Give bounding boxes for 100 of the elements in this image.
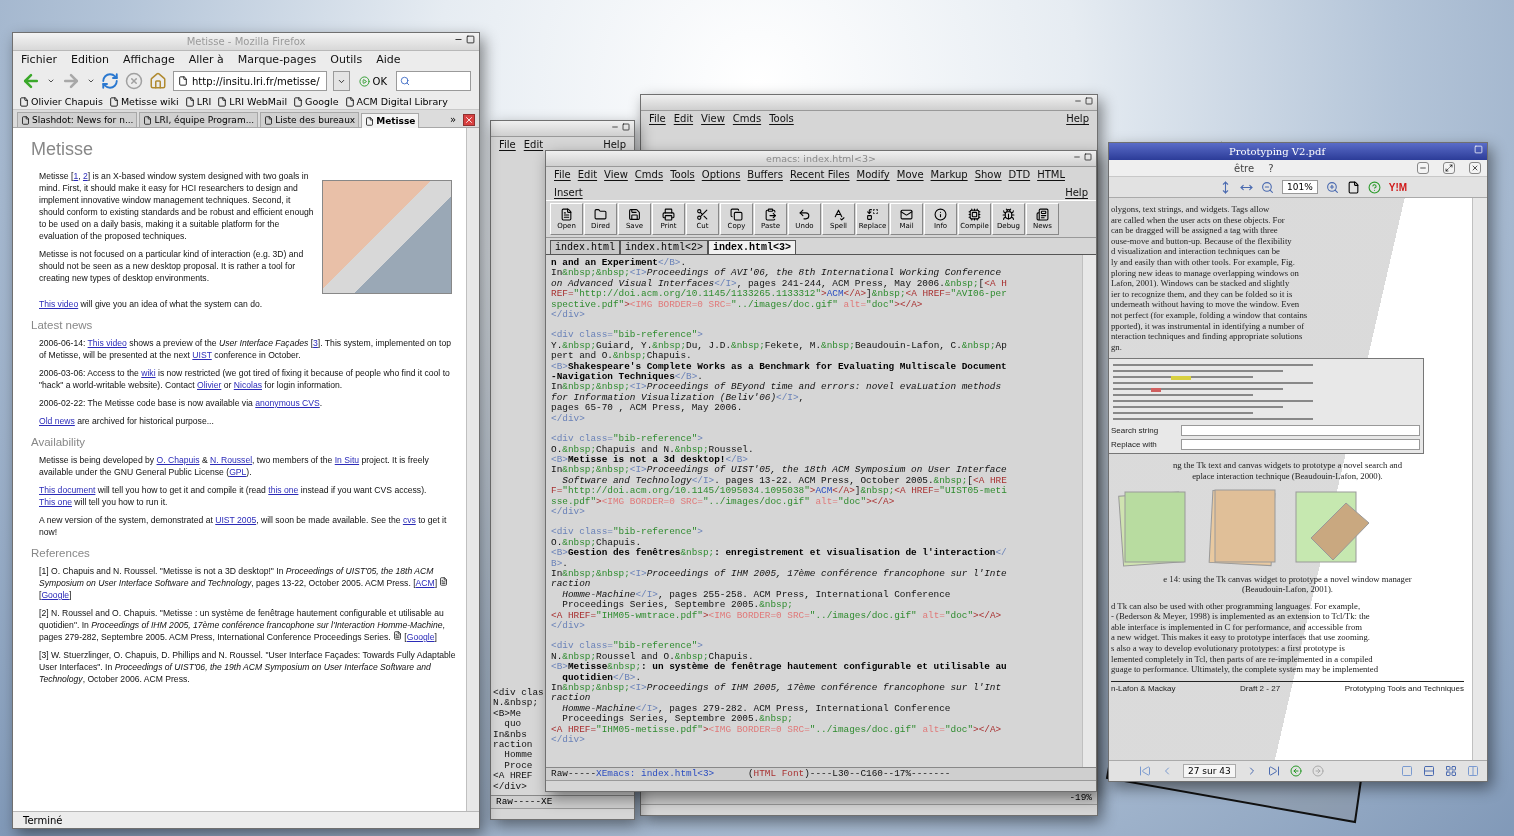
menu-item[interactable]: DTD [1008, 169, 1031, 180]
stop-icon[interactable] [125, 72, 143, 90]
link[interactable]: Nicolas [233, 380, 262, 390]
menu-item[interactable]: Marque-pages [237, 53, 317, 66]
tab-overflow-button[interactable]: » [446, 112, 459, 127]
caret-icon[interactable] [87, 77, 95, 85]
back-icon[interactable] [1289, 765, 1302, 777]
menu-item[interactable]: Cmds [634, 169, 664, 180]
page-number-field[interactable]: 27 sur 43 [1183, 764, 1236, 778]
menu-item[interactable]: Edit [577, 169, 598, 180]
menu-item[interactable]: HTML [1037, 169, 1065, 180]
menu-item[interactable]: File [499, 139, 516, 150]
menu-item[interactable]: File [649, 113, 666, 124]
minimize-button[interactable] [1417, 162, 1429, 174]
menu-item[interactable]: Edit [523, 139, 544, 150]
link[interactable]: In Situ [334, 455, 360, 465]
menu-item[interactable]: View [604, 169, 628, 180]
grid-view-icon[interactable] [1445, 765, 1457, 777]
menu-item[interactable]: Markup [930, 169, 968, 180]
help-menu[interactable]: Help [1066, 113, 1089, 124]
search-field[interactable] [396, 71, 471, 91]
input-field[interactable] [1181, 425, 1420, 437]
link[interactable]: This video [87, 338, 127, 348]
forward-icon[interactable] [1311, 765, 1324, 777]
menu-item[interactable]: Aide [376, 53, 401, 66]
menu-item[interactable]: Affichage [123, 53, 175, 66]
scrollbar[interactable] [466, 128, 479, 811]
maximize-icon[interactable] [622, 123, 630, 131]
minibuffer[interactable] [546, 780, 1096, 791]
link[interactable]: GPL [229, 467, 247, 477]
maximize-icon[interactable] [1084, 153, 1092, 161]
bookmark[interactable]: Metisse wiki [108, 96, 179, 107]
caret-icon[interactable] [47, 77, 55, 85]
zoom-in-icon[interactable] [1325, 180, 1339, 194]
zoom-out-icon[interactable] [1261, 180, 1274, 194]
close-button[interactable] [1469, 162, 1481, 174]
menu-item[interactable]: Modify [856, 169, 890, 180]
link[interactable]: O. Chapuis [156, 455, 200, 465]
link[interactable]: This document [39, 485, 96, 495]
two-page-icon[interactable] [1467, 765, 1479, 777]
bookmark[interactable]: LRI WebMail [217, 96, 288, 107]
back-icon[interactable] [21, 71, 41, 91]
link[interactable]: wiki [141, 368, 156, 378]
help-menu[interactable]: Help [603, 139, 626, 150]
menu-item[interactable]: ? [1268, 162, 1274, 174]
help-menu[interactable]: Help [1065, 187, 1088, 198]
buffer-tab[interactable]: index.html<3> [708, 240, 797, 254]
menu-item[interactable]: Options [701, 169, 741, 180]
menu-item[interactable]: être [1234, 162, 1255, 174]
menu-item[interactable]: Edition [70, 53, 109, 66]
maximize-icon[interactable] [1085, 97, 1093, 105]
minibuffer[interactable] [491, 808, 634, 819]
link[interactable]: 3 [313, 338, 318, 348]
reload-icon[interactable] [101, 72, 119, 90]
menu-item[interactable]: Insert [554, 187, 583, 198]
buffer-tab[interactable]: index.html [550, 240, 620, 254]
link[interactable]: UIST [192, 350, 212, 360]
help-icon[interactable] [1367, 180, 1381, 194]
home-icon[interactable] [149, 72, 167, 90]
scrollbar[interactable] [1082, 255, 1096, 767]
maximize-icon[interactable] [466, 35, 475, 44]
menu-item[interactable]: View [701, 113, 725, 124]
menu-item[interactable]: Fichier [21, 53, 57, 66]
link[interactable]: Old news [39, 416, 75, 426]
forward-icon[interactable] [61, 71, 81, 91]
menu-item[interactable]: File [554, 169, 571, 180]
menu-item[interactable]: Recent Files [789, 169, 850, 180]
messenger-logo[interactable]: Y!M [1388, 181, 1408, 193]
first-page-icon[interactable] [1139, 765, 1151, 777]
link[interactable]: This one [39, 497, 72, 507]
menu-item[interactable]: Tools [670, 169, 695, 180]
bookmark[interactable]: LRI [184, 96, 212, 107]
input-field[interactable] [1181, 439, 1420, 451]
continuous-icon[interactable] [1423, 765, 1435, 777]
menu-item[interactable]: Move [896, 169, 924, 180]
restore-button[interactable] [1443, 162, 1455, 174]
dropdown-button[interactable] [332, 71, 350, 91]
browser-tab[interactable]: LRI, équipe Program... [139, 112, 259, 127]
zoom-field[interactable]: 101% [1282, 180, 1318, 194]
bookmark[interactable]: ACM Digital Library [344, 96, 448, 107]
single-page-icon[interactable] [1401, 765, 1413, 777]
document-icon[interactable] [439, 577, 449, 586]
last-page-icon[interactable] [1267, 765, 1280, 777]
menu-item[interactable]: Tools [769, 113, 794, 124]
scrollbar[interactable] [1472, 198, 1487, 760]
link[interactable]: 2 [82, 171, 88, 181]
bookmark[interactable]: Google [293, 96, 339, 107]
browser-tab[interactable]: Liste des bureaux [260, 112, 360, 127]
page-icon[interactable] [1346, 180, 1360, 194]
menu-item[interactable]: Show [974, 169, 1002, 180]
menu-item[interactable]: Cmds [732, 113, 762, 124]
link[interactable]: This video [39, 299, 79, 309]
go-button[interactable]: OK [355, 72, 390, 90]
menu-item[interactable]: Outils [330, 53, 363, 66]
buffer-tab[interactable]: index.html<2> [620, 240, 709, 254]
close-tab-button[interactable] [463, 113, 475, 126]
minibuffer[interactable] [641, 804, 1097, 815]
link[interactable]: this one [268, 485, 299, 495]
link[interactable]: cvs [402, 515, 416, 525]
menu-item[interactable]: Buffers [747, 169, 783, 180]
